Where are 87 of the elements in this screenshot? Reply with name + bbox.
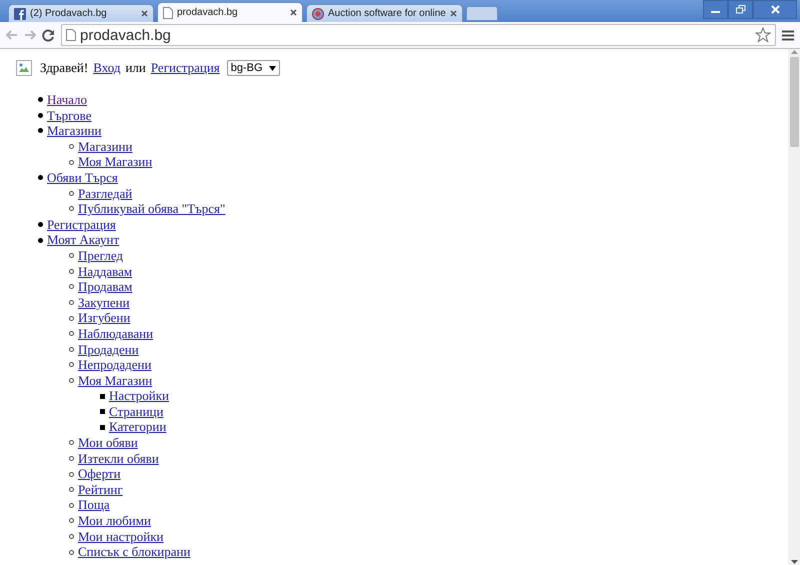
bullet-icon	[69, 268, 74, 274]
bullet-icon	[100, 424, 105, 430]
greeting-text: Здравей!	[40, 60, 88, 76]
nav-link[interactable]: Изтекли обяви	[78, 450, 159, 466]
broken-image-icon	[16, 60, 32, 76]
address-bar[interactable]: prodavach.bg	[61, 24, 776, 46]
close-icon[interactable]	[450, 10, 457, 17]
nav-link[interactable]: Непродадени	[78, 357, 152, 373]
bullet-icon	[69, 534, 74, 539]
bullet-icon	[69, 378, 74, 383]
bullet-icon	[69, 253, 74, 258]
bullet-icon	[69, 331, 74, 336]
nav-link[interactable]: Разгледай	[78, 186, 132, 202]
bullet-icon	[69, 456, 74, 461]
nav-link[interactable]: Страници	[109, 404, 164, 420]
bullet-icon	[100, 409, 105, 414]
nav-link[interactable]: Обяви Търся	[47, 170, 118, 186]
nav-link[interactable]: Мои настройки	[78, 528, 164, 544]
nav-link[interactable]: Начало	[47, 92, 88, 108]
bullet-icon	[69, 518, 74, 524]
nav-link[interactable]: Магазини	[78, 138, 132, 154]
reload-icon[interactable]	[42, 28, 55, 42]
nav-link[interactable]: Закупени	[78, 294, 130, 310]
nav-link[interactable]: Категории	[109, 419, 166, 436]
bullet-icon	[69, 190, 74, 196]
nav-link[interactable]: Търгове	[47, 108, 92, 124]
language-select[interactable]: bg-BG	[226, 60, 280, 76]
nav-link[interactable]: Моят Акаунт	[47, 232, 120, 248]
nav-link[interactable]: Рейтинг	[78, 482, 123, 498]
bullet-icon	[69, 346, 74, 352]
register-link[interactable]: Регистрация	[150, 60, 220, 76]
bullet-icon	[38, 175, 43, 180]
nav-link[interactable]: Оферти	[78, 466, 121, 482]
close-icon	[770, 5, 780, 14]
social-icon	[14, 8, 26, 20]
bullet-icon	[69, 502, 74, 508]
bullet-icon	[38, 112, 43, 118]
nav-link[interactable]: Изгубени	[78, 310, 130, 326]
bullet-icon	[69, 487, 74, 492]
bullet-icon	[69, 160, 74, 165]
nav-link[interactable]: Публикувай обява "Търся"	[78, 201, 226, 217]
restore-icon	[736, 5, 746, 14]
nav-link[interactable]: Продадени	[78, 342, 139, 358]
login-link[interactable]: Вход	[93, 60, 120, 76]
restore-button[interactable]	[728, 0, 753, 19]
bullet-icon	[69, 550, 74, 555]
nav-link[interactable]: Моя Магазин	[78, 154, 152, 170]
nav-link[interactable]: Мои любими	[78, 513, 151, 529]
nav-link[interactable]: Продавам	[78, 279, 132, 295]
bullet-icon	[69, 206, 74, 212]
nav-link[interactable]: Наддавам	[78, 264, 132, 280]
nav-link[interactable]: Моя Магазин	[78, 372, 152, 388]
nav-link[interactable]: Магазини	[47, 123, 102, 139]
bullet-icon	[100, 394, 105, 399]
close-button[interactable]	[753, 0, 797, 19]
nav-link[interactable]: Наблюдавани	[78, 326, 154, 342]
minimize-button[interactable]	[703, 0, 728, 19]
bullet-icon	[69, 362, 74, 368]
close-icon[interactable]	[141, 10, 148, 17]
bullet-icon	[69, 300, 74, 306]
close-icon[interactable]	[290, 9, 297, 16]
nav-link[interactable]: Списък с блокирани	[78, 544, 190, 560]
bullet-icon	[69, 284, 74, 290]
scroll-down-icon[interactable]	[790, 559, 798, 565]
nav-link[interactable]: Мои обяви	[78, 435, 138, 451]
menu-icon[interactable]	[782, 30, 794, 40]
nav-link[interactable]: Преглед	[78, 248, 124, 264]
nav-link[interactable]: Регистрация	[47, 216, 116, 232]
bullet-icon	[69, 472, 74, 477]
browser-tab[interactable]: Auction software for online	[306, 4, 463, 22]
scrollbar-thumb[interactable]	[790, 57, 798, 147]
caret-icon	[268, 66, 276, 70]
bullet-icon	[38, 238, 43, 243]
or-text: или	[125, 60, 146, 76]
bullet-icon	[38, 97, 43, 102]
nav-link[interactable]: Поща	[78, 497, 110, 514]
browser-tab[interactable]: prodavach.bg	[157, 2, 303, 22]
nav-link[interactable]: Настройки	[109, 388, 169, 404]
bullet-icon	[38, 222, 43, 228]
bullet-icon	[69, 144, 74, 150]
bullet-icon	[69, 316, 74, 321]
browser-tab[interactable]: (2) Prodavach.bg	[8, 4, 154, 22]
star-icon[interactable]	[755, 27, 771, 43]
page-icon	[163, 6, 173, 18]
bullet-icon	[69, 440, 74, 446]
bullet-icon	[38, 128, 43, 134]
page-icon	[66, 29, 76, 41]
